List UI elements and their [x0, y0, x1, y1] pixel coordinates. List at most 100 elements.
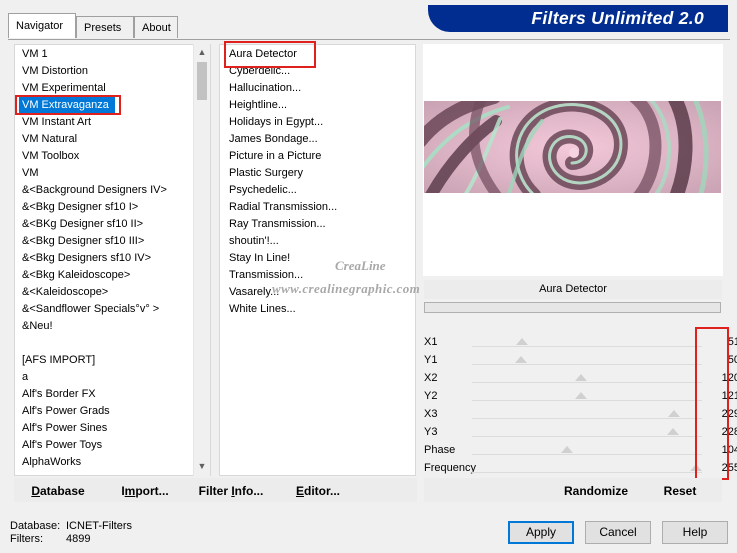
param-value[interactable]: 228 — [702, 423, 737, 441]
category-item[interactable]: VM Extravaganza — [19, 97, 115, 114]
param-value[interactable]: 121 — [702, 387, 737, 405]
category-list[interactable]: VM 1 VM Distortion VM Experimental VM Extra… — [14, 44, 211, 476]
filter-item[interactable]: Holidays in Egypt... — [226, 114, 323, 131]
param-value[interactable]: 51 — [702, 333, 737, 351]
param-value[interactable]: 229 — [702, 405, 737, 423]
param-slider[interactable] — [472, 423, 702, 441]
param-slider[interactable] — [472, 387, 702, 405]
param-value[interactable]: 120 — [702, 369, 737, 387]
category-item[interactable]: Alf's Border FX — [19, 386, 96, 403]
param-slider[interactable] — [472, 333, 702, 351]
filter-item[interactable]: Hallucination... — [226, 80, 301, 97]
filter-info-button[interactable]: Filter Info... — [198, 482, 264, 500]
slider-thumb-icon[interactable] — [690, 464, 702, 471]
filter-item[interactable]: Aura Detector — [226, 46, 297, 63]
help-button[interactable]: Help — [662, 521, 728, 544]
filter-item[interactable]: Radial Transmission... — [226, 199, 337, 216]
filter-item[interactable]: Stay In Line! — [226, 250, 290, 267]
filter-list[interactable]: Aura Detector Cyberdelic... Hallucination.… — [219, 44, 416, 476]
filter-item[interactable]: Ray Transmission... — [226, 216, 326, 233]
filter-info-button-label: nfo... — [234, 484, 264, 498]
scroll-up-icon[interactable]: ▲ — [194, 44, 210, 60]
slider-thumb-icon[interactable] — [561, 446, 573, 453]
param-label: X1 — [424, 336, 438, 348]
database-button-label: atabase — [39, 484, 85, 498]
apply-button[interactable]: Apply — [508, 521, 574, 544]
slider-thumb-icon[interactable] — [668, 410, 680, 417]
param-slider[interactable] — [472, 369, 702, 387]
filter-item[interactable]: shoutin'!... — [226, 233, 279, 250]
category-item[interactable]: &<BKg Designer sf10 II> — [19, 216, 143, 233]
slider-thumb-icon[interactable] — [575, 374, 587, 381]
category-item[interactable]: &<Bkg Designers sf10 IV> — [19, 250, 151, 267]
param-slider[interactable] — [472, 351, 702, 369]
filter-item[interactable]: White Lines... — [226, 301, 296, 318]
category-item[interactable]: VM Toolbox — [19, 148, 79, 165]
tab-presets[interactable]: Presets — [76, 16, 134, 38]
randomize-button[interactable]: Randomize — [560, 482, 632, 500]
param-value[interactable]: 255 — [702, 459, 737, 477]
slider-track — [472, 400, 702, 401]
category-item[interactable]: &<Kaleidoscope> — [19, 284, 108, 301]
tab-about[interactable]: About — [134, 16, 178, 38]
filter-info-button-label: Filter — [198, 484, 232, 498]
category-item[interactable]: VM 1 — [19, 46, 48, 63]
progress-bar — [424, 302, 721, 313]
slider-thumb-icon[interactable] — [667, 428, 679, 435]
param-label: Y2 — [424, 390, 438, 402]
category-item[interactable]: VM Natural — [19, 131, 77, 148]
param-value[interactable]: 104 — [702, 441, 737, 459]
status-filters-label: Filters: — [10, 533, 43, 545]
category-item[interactable]: &<Bkg Designer sf10 III> — [19, 233, 144, 250]
category-item[interactable]: &<Bkg Kaleidoscope> — [19, 267, 130, 284]
category-item[interactable]: [AFS IMPORT] — [19, 352, 95, 369]
category-item[interactable]: VM Experimental — [19, 80, 106, 97]
filter-item[interactable]: Cyberdelic... — [226, 63, 290, 80]
category-item[interactable] — [19, 335, 22, 352]
import-button[interactable]: Import... — [118, 482, 172, 500]
status-filters-value: 4899 — [66, 533, 91, 545]
category-item[interactable]: &<Bkg Designer sf10 I> — [19, 199, 138, 216]
category-item[interactable]: VM Distortion — [19, 63, 88, 80]
category-scrollbar[interactable]: ▲ ▼ — [193, 44, 210, 476]
slider-thumb-icon[interactable] — [575, 392, 587, 399]
category-item[interactable]: Alf's Power Grads — [19, 403, 110, 420]
slider-track — [472, 382, 702, 383]
param-label: Y1 — [424, 354, 438, 366]
category-item[interactable]: VM Instant Art — [19, 114, 91, 131]
app-title: Filters Unlimited 2.0 — [531, 8, 704, 28]
filter-item[interactable]: Picture in a Picture — [226, 148, 321, 165]
slider-thumb-icon[interactable] — [516, 338, 528, 345]
category-item[interactable]: a — [19, 369, 28, 386]
category-item[interactable]: Alf's Power Sines — [19, 420, 107, 437]
scroll-thumb[interactable] — [197, 62, 207, 100]
watermark-url: www.crealinegraphic.com — [272, 281, 421, 296]
scroll-down-icon[interactable]: ▼ — [194, 458, 210, 474]
category-item[interactable]: Alf's Power Toys — [19, 437, 102, 454]
tab-label: Navigator — [16, 20, 64, 32]
param-slider[interactable] — [472, 441, 702, 459]
filter-item[interactable]: James Bondage... — [226, 131, 318, 148]
param-label: X2 — [424, 372, 438, 384]
slider-track — [472, 418, 702, 419]
category-item[interactable]: &<Background Designers IV> — [19, 182, 167, 199]
param-slider[interactable] — [472, 405, 702, 423]
param-slider[interactable] — [472, 459, 702, 477]
reset-button[interactable]: Reset — [656, 482, 704, 500]
category-item[interactable]: AlphaWorks — [19, 454, 81, 471]
tab-navigator[interactable]: Navigator — [8, 13, 76, 38]
category-item[interactable]: &Neu! — [19, 318, 53, 335]
category-item[interactable]: VM — [19, 165, 39, 182]
editor-button[interactable]: Editor... — [294, 482, 342, 500]
category-item[interactable]: &<Sandflower Specials°v° > — [19, 301, 159, 318]
param-value[interactable]: 50 — [702, 351, 737, 369]
editor-button-label: ditor... — [304, 484, 340, 498]
param-label: Phase — [424, 444, 456, 456]
filter-item[interactable]: Heightline... — [226, 97, 287, 114]
slider-thumb-icon[interactable] — [515, 356, 527, 363]
slider-track — [472, 454, 702, 455]
filter-item[interactable]: Psychedelic... — [226, 182, 297, 199]
database-button[interactable]: Database — [28, 482, 88, 500]
cancel-button[interactable]: Cancel — [585, 521, 651, 544]
filter-item[interactable]: Plastic Surgery — [226, 165, 303, 182]
